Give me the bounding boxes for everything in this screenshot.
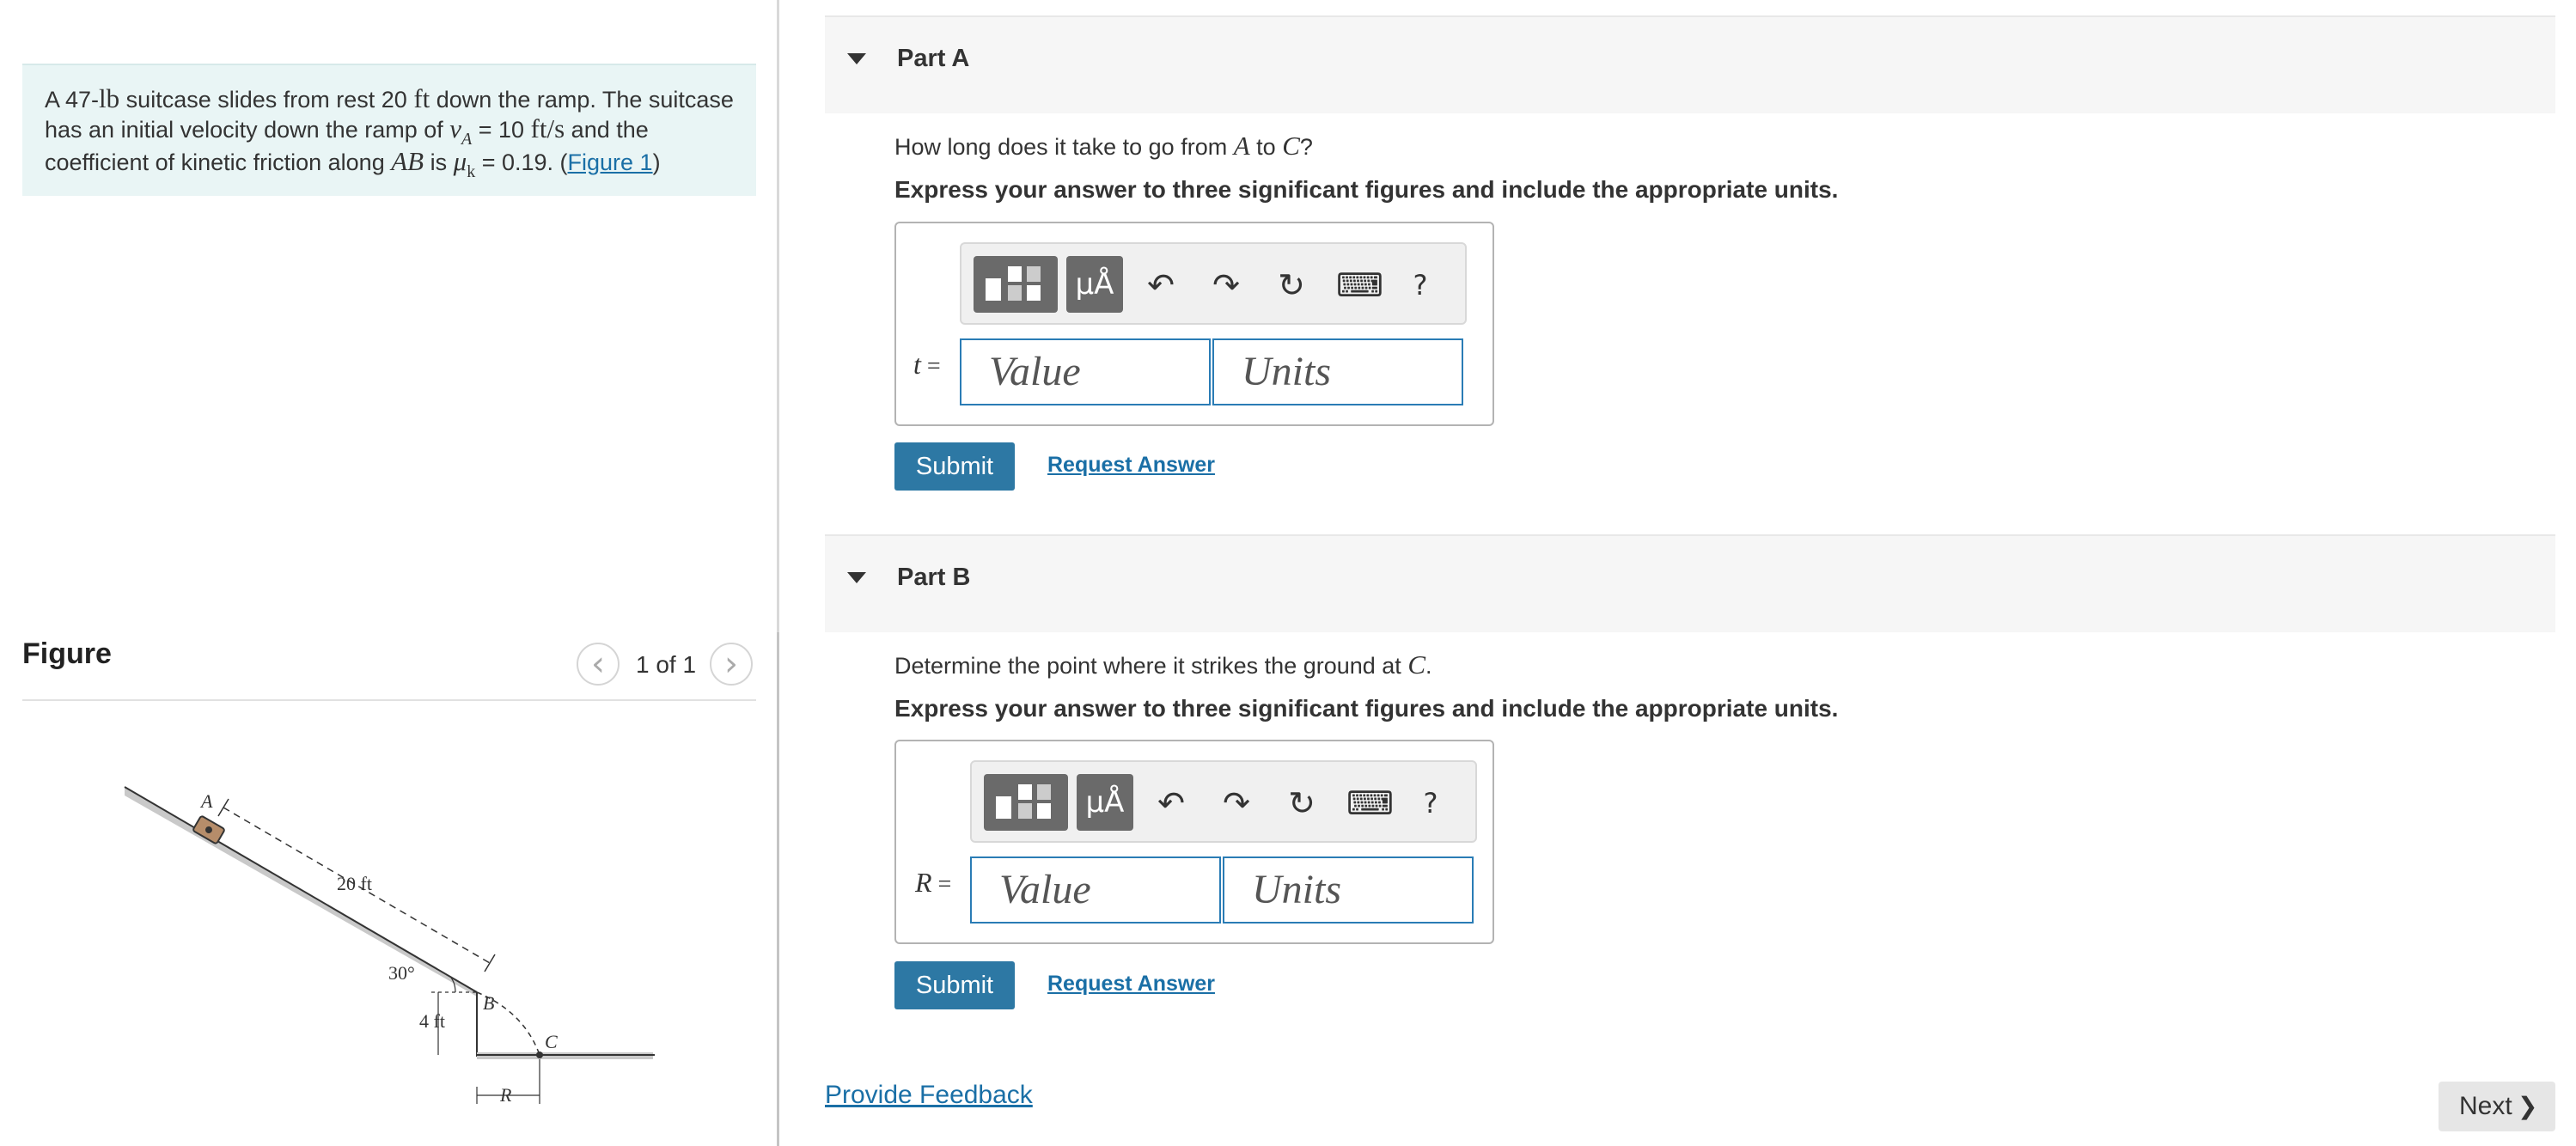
help-icon[interactable]: ? (1410, 783, 1451, 824)
next-button[interactable]: Next ❯ (2439, 1082, 2555, 1131)
segment-label: AB (391, 146, 424, 176)
label-4ft: 4 ft (419, 1010, 445, 1032)
figure-prev-button[interactable]: ‹ (577, 643, 620, 686)
units-button[interactable]: μÅ (1077, 774, 1133, 831)
equals-sign: = (920, 353, 941, 380)
point-c-symbol: C (1282, 131, 1300, 161)
part-a-answer-box: μÅ ↶ ↷ ↻ ⌨ ? t = Value Units (894, 222, 1494, 426)
part-a-toolbar: μÅ ↶ ↷ ↻ ⌨ ? (960, 242, 1467, 325)
provide-feedback-link[interactable]: Provide Feedback (825, 1081, 1033, 1110)
figure-heading: Figure (22, 637, 112, 670)
problem-text: suitcase slides from rest 20 (119, 87, 414, 113)
figure-counter: 1 of 1 (636, 651, 697, 678)
keyboard-icon[interactable]: ⌨ (1336, 265, 1383, 306)
point-c-symbol: C (1407, 649, 1425, 680)
mu-subscript: k (467, 162, 476, 181)
part-b-question: Determine the point where it strikes the… (894, 649, 1432, 680)
point-c (536, 1052, 543, 1058)
reset-icon[interactable]: ↻ (1281, 783, 1322, 824)
redo-icon[interactable]: ↷ (1216, 783, 1257, 824)
units-button[interactable]: μÅ (1066, 256, 1123, 313)
figure-next-button[interactable]: › (710, 643, 753, 686)
part-b-request-answer-link[interactable]: Request Answer (1047, 972, 1215, 997)
ramp-figure: A 20 ft 30° B C 4 ft R (124, 786, 655, 1106)
question-text: Determine the point where it strikes the… (894, 653, 1408, 679)
keyboard-icon[interactable]: ⌨ (1346, 783, 1394, 824)
suitcase (192, 815, 225, 844)
dimension-tick (217, 798, 229, 817)
label-r: R (499, 1084, 512, 1106)
part-b-units-input[interactable]: Units (1223, 856, 1474, 924)
part-a-header[interactable]: Part A (825, 15, 2555, 113)
next-label: Next (2459, 1092, 2512, 1120)
redo-icon[interactable]: ↷ (1206, 265, 1247, 306)
templates-button[interactable] (974, 256, 1058, 313)
problem-statement: A 47-lb suitcase slides from rest 20 ft … (22, 64, 756, 196)
point-a-symbol: A (1233, 131, 1250, 161)
templates-button[interactable] (984, 774, 1068, 831)
part-a-title: Part A (897, 45, 970, 72)
part-a-instruction: Express your answer to three significant… (894, 176, 1839, 203)
problem-text: A 47- (45, 87, 100, 113)
templates-icon (996, 784, 1051, 819)
ramp-line (124, 786, 478, 993)
distance-unit: ft (413, 83, 430, 113)
problem-text: ) (652, 149, 661, 175)
label-a: A (199, 790, 213, 812)
part-b-submit-button[interactable]: Submit (894, 961, 1015, 1009)
figure-divider (22, 699, 756, 701)
panel-divider-handle[interactable] (777, 632, 779, 1146)
part-b-variable: R = (915, 867, 951, 899)
label-c: C (545, 1031, 558, 1052)
undo-icon[interactable]: ↶ (1151, 783, 1192, 824)
variable-symbol: t (913, 349, 921, 380)
variable-symbol: R (915, 867, 932, 898)
undo-icon[interactable]: ↶ (1140, 265, 1181, 306)
part-a-value-input[interactable]: Value (960, 338, 1211, 405)
reset-icon[interactable]: ↻ (1271, 265, 1312, 306)
help-icon[interactable]: ? (1400, 265, 1441, 306)
velocity-symbol: v (449, 113, 462, 143)
part-a-variable: t = (913, 349, 941, 381)
question-text: to (1249, 134, 1283, 160)
left-panel: A 47-lb suitcase slides from rest 20 ft … (0, 0, 778, 1146)
velocity-unit: ft/s (530, 113, 565, 143)
chevron-right-icon: › (724, 644, 738, 684)
part-a-submit-button[interactable]: Submit (894, 442, 1015, 491)
part-b-answer-box: μÅ ↶ ↷ ↻ ⌨ ? R = Value Units (894, 740, 1494, 944)
equals-sign: = (931, 871, 952, 898)
figure-link[interactable]: Figure 1 (568, 149, 653, 175)
part-a-question: How long does it take to go from A to C? (894, 131, 1313, 162)
part-b-toolbar: μÅ ↶ ↷ ↻ ⌨ ? (970, 760, 1477, 843)
caret-down-icon (847, 572, 866, 583)
part-a-request-answer-link[interactable]: Request Answer (1047, 453, 1215, 478)
problem-text: is (424, 149, 454, 175)
weight-unit: lb (99, 83, 120, 113)
dimension-tick (484, 954, 496, 972)
question-text: How long does it take to go from (894, 134, 1234, 160)
part-b-title: Part B (897, 564, 971, 591)
part-b-value-input[interactable]: Value (970, 856, 1221, 924)
caret-down-icon (847, 53, 866, 64)
part-b-header[interactable]: Part B (825, 534, 2555, 632)
part-a-units-input[interactable]: Units (1212, 338, 1463, 405)
question-text: ? (1299, 134, 1313, 160)
chevron-left-icon: ‹ (591, 644, 605, 684)
label-b: B (483, 992, 494, 1014)
part-b-instruction: Express your answer to three significant… (894, 695, 1839, 722)
templates-icon (986, 266, 1041, 301)
velocity-subscript: A (461, 130, 473, 149)
question-text: . (1425, 653, 1432, 679)
label-20ft: 20 ft (337, 873, 372, 894)
mu-symbol: μ (453, 146, 467, 176)
problem-text: = 0.19. ( (475, 149, 568, 175)
chevron-right-icon: ❯ (2518, 1092, 2538, 1120)
label-angle: 30° (388, 962, 415, 984)
problem-text: = 10 (472, 117, 531, 143)
